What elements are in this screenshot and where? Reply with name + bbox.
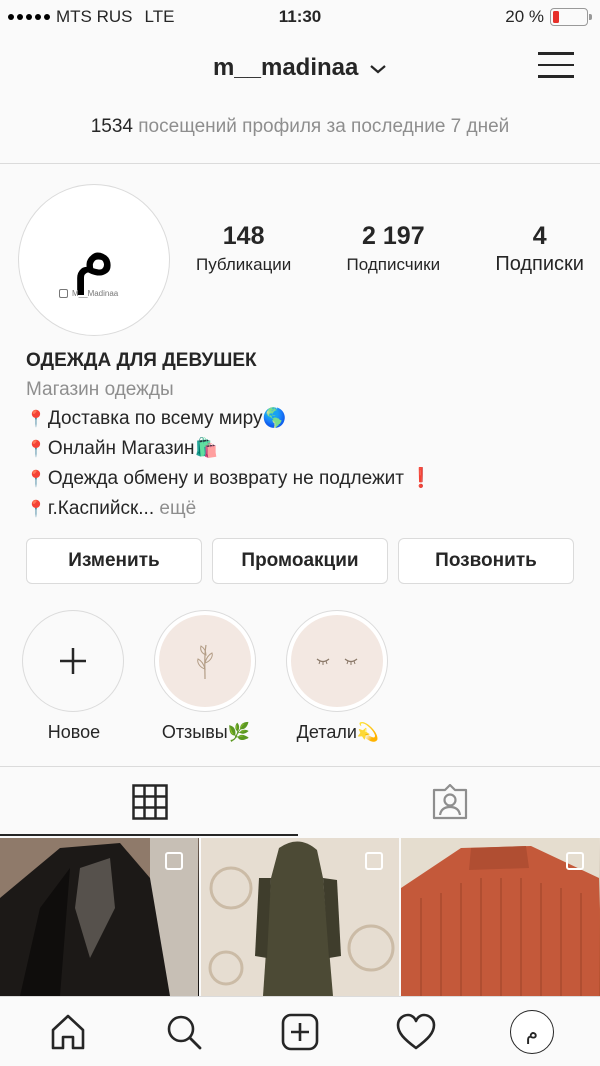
profile-name: ОДЕЖДА ДЛЯ ДЕВУШЕК <box>26 350 257 371</box>
divider <box>0 163 600 164</box>
multiple-photos-icon <box>566 852 585 870</box>
stat-label: Публикации <box>196 255 292 274</box>
bio: ОДЕЖДА ДЛЯ ДЕВУШЕК Магазин одежды 📍 Доста… <box>26 346 586 524</box>
leaf-icon <box>197 644 213 680</box>
stat-followers[interactable]: 2 197 Подписчики <box>347 222 441 276</box>
avatar-watermark: M__Madinaa <box>59 289 118 298</box>
search-icon <box>167 1015 202 1049</box>
story-highlights: Новое Отзывы🌿 Детали💫 <box>22 610 390 743</box>
nav-activity[interactable] <box>386 1002 446 1062</box>
home-icon <box>51 1014 85 1049</box>
avatar[interactable]: م M__Madinaa <box>18 184 170 336</box>
username: m__madinaa <box>212 54 359 81</box>
highlight-label: Новое <box>47 722 101 742</box>
highlight-label: Детали💫 <box>296 722 380 742</box>
bio-line: 📍 Одежда обмену и возврату не подлежит ❗ <box>26 468 433 489</box>
nav-new-post[interactable] <box>270 1002 330 1062</box>
highlight-reviews[interactable]: Отзывы🌿 <box>154 610 258 743</box>
profile-tabs <box>0 768 600 836</box>
stat-following[interactable]: 4 Подписки <box>495 222 584 276</box>
highlight-circle <box>22 610 124 712</box>
call-button[interactable]: Позвонить <box>398 538 574 584</box>
profile-actions: Изменить Промоакции Позвонить <box>26 538 574 584</box>
instagram-icon <box>59 289 68 298</box>
profile-visits-banner[interactable]: 1534 посещений профиля за последние 7 дн… <box>0 116 600 138</box>
post-thumbnail[interactable] <box>200 838 400 996</box>
stat-value: 148 <box>222 222 265 250</box>
nav-home[interactable] <box>38 1002 98 1062</box>
battery-icon <box>550 8 592 26</box>
profile-stats: 148 Публикации 2 197 Подписчики 4 Подпис… <box>190 222 590 276</box>
highlight-circle <box>286 610 388 712</box>
profile-category: Магазин одежды <box>26 379 174 400</box>
stat-posts[interactable]: 148 Публикации <box>196 222 291 276</box>
eyelashes-icon <box>316 658 358 665</box>
tagged-icon <box>432 784 468 820</box>
account-switcher[interactable]: m__madinaa <box>0 54 600 82</box>
chevron-down-icon <box>370 64 386 74</box>
post-thumbnail[interactable] <box>0 838 199 996</box>
multiple-photos-icon <box>365 852 384 870</box>
stat-label: Подписки <box>495 253 584 275</box>
stat-value: 4 <box>532 222 547 250</box>
battery-percent: 20 % <box>505 7 544 26</box>
status-bar: MTS RUS LTE 11:30 20 % <box>0 0 600 34</box>
heart-icon <box>396 1013 436 1049</box>
pin-icon: 📍 <box>26 441 46 458</box>
multiple-photos-icon <box>164 852 183 870</box>
nav-profile[interactable]: م <box>502 1002 562 1062</box>
edit-profile-button[interactable]: Изменить <box>26 538 202 584</box>
divider <box>0 766 600 767</box>
stat-value: 2 197 <box>362 222 425 250</box>
bio-line: 📍 Доставка по всему миру🌎 <box>26 408 287 429</box>
pin-icon: 📍 <box>26 471 46 488</box>
highlight-label: Отзывы🌿 <box>161 722 251 742</box>
add-post-icon <box>281 1013 319 1050</box>
promotions-button[interactable]: Промоакции <box>212 538 388 584</box>
pin-icon: 📍 <box>26 411 46 428</box>
bio-more-link[interactable]: ещё <box>159 498 196 519</box>
nav-search[interactable] <box>154 1002 214 1062</box>
highlight-circle <box>154 610 256 712</box>
pin-icon: 📍 <box>26 501 46 518</box>
tab-grid[interactable] <box>0 768 300 836</box>
plus-icon <box>60 648 86 674</box>
highlight-details[interactable]: Детали💫 <box>286 610 390 743</box>
visits-count: 1534 <box>90 116 133 137</box>
tab-tagged[interactable] <box>300 768 600 836</box>
post-thumbnail[interactable] <box>401 838 600 996</box>
bottom-nav: م <box>0 996 600 1066</box>
post-grid <box>0 838 600 996</box>
grid-icon <box>132 784 168 820</box>
active-tab-indicator <box>0 834 298 836</box>
bio-line: 📍 Онлайн Магазин🛍️ <box>26 438 219 459</box>
avatar-logo: م <box>72 213 116 295</box>
bio-line: 📍 г.Каспийск... ещё <box>26 498 197 519</box>
highlight-new[interactable]: Новое <box>22 610 126 743</box>
profile-avatar-small: م <box>510 1009 554 1054</box>
profile-header: m__madinaa <box>0 40 600 96</box>
visits-text: посещений профиля за последние 7 дней <box>138 116 510 137</box>
stat-label: Подписчики <box>346 255 441 274</box>
menu-icon[interactable] <box>538 52 574 82</box>
